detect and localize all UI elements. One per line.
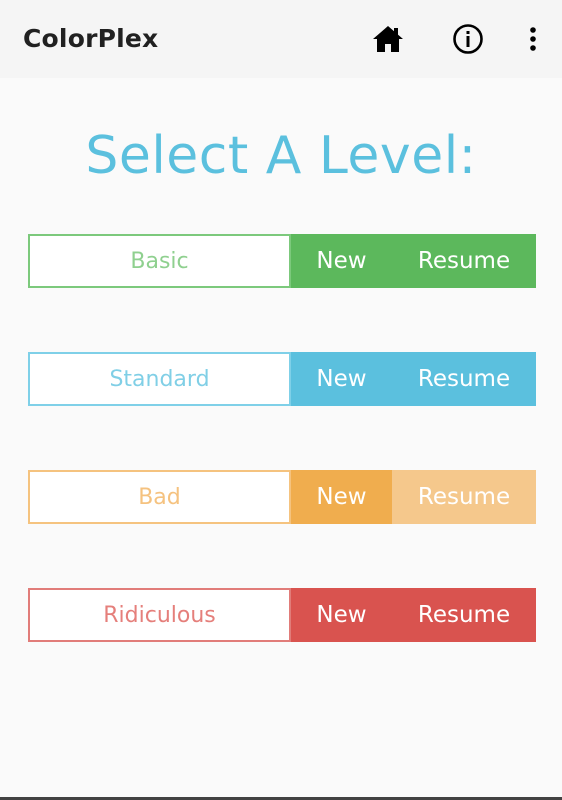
basic-resume-button[interactable]: Resume	[392, 234, 536, 288]
level-label-bad: Bad	[28, 470, 291, 524]
home-icon	[373, 26, 403, 52]
home-button[interactable]	[363, 14, 413, 64]
level-row-bad: Bad New Resume	[28, 470, 536, 524]
page-title: Select A Level:	[85, 126, 477, 186]
level-row-ridiculous: Ridiculous New Resume	[28, 588, 536, 642]
bad-resume-button[interactable]: Resume	[392, 470, 536, 524]
level-label-ridiculous: Ridiculous	[28, 588, 291, 642]
standard-resume-button[interactable]: Resume	[392, 352, 536, 406]
app-bar: ColorPlex	[0, 0, 562, 78]
more-vert-icon	[530, 27, 536, 51]
ridiculous-new-button[interactable]: New	[291, 588, 392, 642]
bad-new-button[interactable]: New	[291, 470, 392, 524]
level-row-basic: Basic New Resume	[28, 234, 536, 288]
app-title: ColorPlex	[23, 24, 159, 53]
level-label-basic: Basic	[28, 234, 291, 288]
more-options-button[interactable]	[508, 14, 558, 64]
info-icon	[453, 24, 483, 54]
basic-new-button[interactable]: New	[291, 234, 392, 288]
level-row-standard: Standard New Resume	[28, 352, 536, 406]
info-button[interactable]	[443, 14, 493, 64]
level-label-standard: Standard	[28, 352, 291, 406]
ridiculous-resume-button[interactable]: Resume	[392, 588, 536, 642]
standard-new-button[interactable]: New	[291, 352, 392, 406]
